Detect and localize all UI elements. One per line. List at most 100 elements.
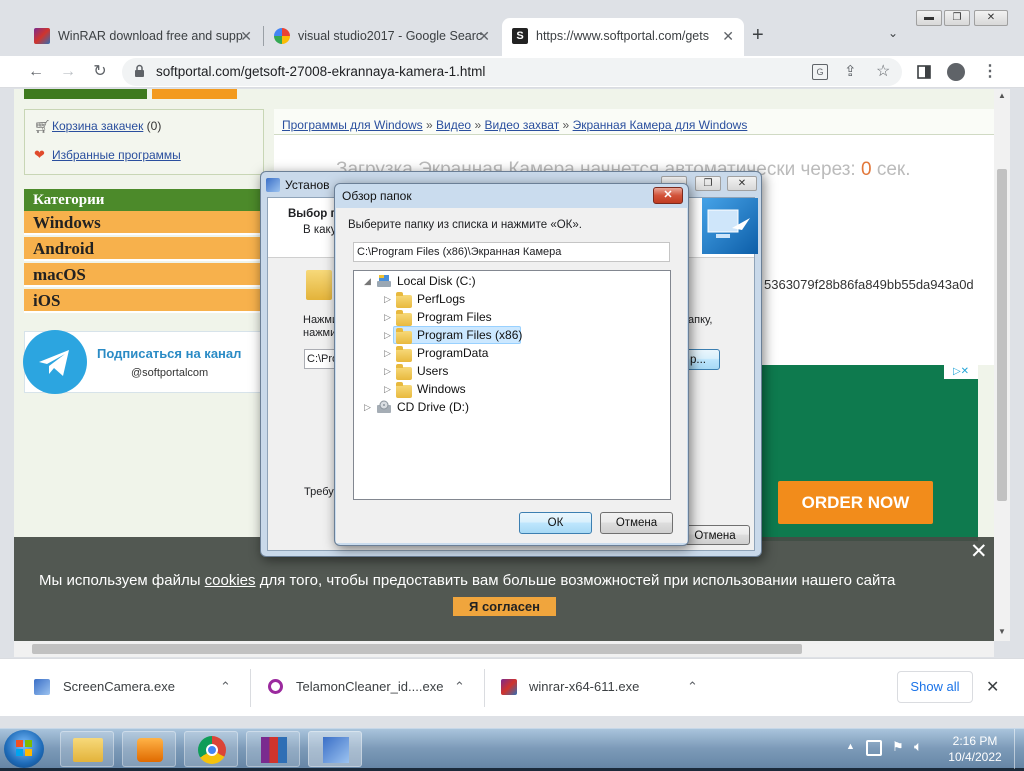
maximize-button[interactable]: ❐ [944, 10, 970, 26]
lock-icon[interactable] [134, 64, 145, 78]
browse-path-field[interactable]: C:\Program Files (x86)\Экранная Камера [353, 242, 670, 262]
category-ios[interactable]: iOS [24, 289, 264, 313]
tab-softportal[interactable]: S https://www.softportal.com/gets ✕ [502, 18, 744, 56]
favorites-link[interactable]: Избранные программы [52, 148, 181, 162]
url-text[interactable]: softportal.com/getsoft-27008-ekrannaya-k… [156, 58, 485, 86]
start-button[interactable] [4, 730, 44, 768]
taskbar-chrome-button[interactable] [184, 731, 238, 767]
vertical-scrollbar[interactable]: ▲ ▼ [994, 89, 1010, 641]
cart-icon: 🛒︎ [34, 119, 51, 134]
tree-item-programdata[interactable]: ProgramData [417, 344, 488, 362]
minimize-button[interactable]: ▬ [916, 10, 942, 26]
scroll-down-arrow[interactable]: ▼ [998, 627, 1006, 636]
cookie-accept-button[interactable]: Я согласен [453, 597, 556, 616]
order-now-button[interactable]: ORDER NOW [778, 481, 933, 524]
address-bar[interactable]: softportal.com/getsoft-27008-ekrannaya-k… [122, 58, 902, 86]
close-icon[interactable]: ✕ [478, 18, 490, 54]
reload-icon[interactable]: ↻ [88, 60, 112, 84]
action-center-icon[interactable]: ⚑ [892, 739, 904, 755]
close-window-button[interactable]: ✕ [974, 10, 1008, 26]
chevron-up-icon[interactable]: ⌃ [220, 659, 231, 715]
category-windows[interactable]: Windows [24, 211, 264, 235]
taskbar-installer-button[interactable] [308, 731, 362, 767]
download-item-telamon[interactable]: TelamonCleaner_id....exe ⌃ [268, 659, 478, 717]
clock[interactable]: 2:16 PM 10/4/2022 [940, 733, 1010, 765]
scroll-up-arrow[interactable]: ▲ [998, 91, 1006, 100]
show-desktop-button[interactable] [1014, 729, 1024, 769]
breadcrumb-link[interactable]: Программы для Windows [282, 118, 423, 132]
profile-avatar-icon[interactable] [944, 60, 968, 84]
clock-time: 2:16 PM [952, 734, 998, 748]
tray-expand-icon[interactable]: ▲ [846, 741, 855, 751]
tree-expand-arrow-icon[interactable]: ▷ [384, 330, 391, 341]
volume-icon[interactable]: 🔈︎ [914, 738, 922, 755]
tree-item-program-files-x86[interactable]: Program Files (x86) [417, 326, 522, 344]
tree-item-windows[interactable]: Windows [417, 380, 466, 398]
adchoices-icon[interactable]: ▷✕ [944, 365, 978, 379]
taskbar-media-player-button[interactable] [122, 731, 176, 767]
cookie-close-icon[interactable]: ✕ [970, 539, 988, 564]
chrome-icon-center [206, 744, 218, 756]
breadcrumb-link[interactable]: Видео захват [484, 118, 559, 132]
tree-expand-arrow-icon[interactable]: ▷ [364, 402, 371, 413]
download-item-screencamera[interactable]: ScreenCamera.exe ⌃ [34, 659, 244, 717]
tree-expand-arrow-icon[interactable]: ▷ [384, 348, 391, 359]
back-arrow-icon[interactable]: ← [24, 60, 48, 84]
tree-item-cd-drive[interactable]: CD Drive (D:) [397, 398, 469, 416]
cookie-link[interactable]: cookies [205, 572, 256, 589]
hash-text: 5363079f28b86fa849bb55da943a0d [764, 277, 974, 292]
tree-expand-arrow-icon[interactable]: ▷ [384, 294, 391, 305]
menu-kebab-icon[interactable]: ⋮ [978, 60, 1002, 84]
taskbar-winrar-button[interactable] [246, 731, 300, 767]
chevron-up-icon[interactable]: ⌃ [454, 659, 465, 715]
category-android[interactable]: Android [24, 237, 264, 261]
tree-item-users[interactable]: Users [417, 362, 448, 380]
browse-dialog-close-button[interactable]: ✕ [653, 187, 683, 204]
browse-ok-button[interactable]: ОК [519, 512, 592, 534]
show-all-button[interactable]: Show all [897, 671, 973, 703]
close-icon[interactable]: ✕ [240, 18, 252, 54]
browse-cancel-button[interactable]: Отмена [600, 512, 673, 534]
tree-item-program-files[interactable]: Program Files [417, 308, 492, 326]
breadcrumb-separator: » [562, 118, 570, 132]
category-macos[interactable]: macOS [24, 263, 264, 287]
folder-icon [396, 328, 412, 344]
cart-label[interactable]: Корзина закачек [52, 119, 143, 133]
close-shelf-icon[interactable]: ✕ [986, 677, 999, 697]
side-panel-icon[interactable] [912, 60, 936, 84]
scroll-thumb[interactable] [32, 644, 802, 654]
tree-expand-arrow-icon[interactable]: ▷ [384, 366, 391, 377]
tab-google-search[interactable]: visual studio2017 - Google Searc ✕ [264, 18, 500, 56]
cart-link[interactable]: Корзина закачек (0) [52, 119, 161, 133]
advertisement[interactable]: ▷✕ ORDER NOW [764, 365, 978, 541]
scroll-thumb[interactable] [997, 169, 1007, 501]
telegram-banner[interactable]: Подписаться на канал @softportalcom [23, 330, 264, 394]
installer-close-button[interactable]: ✕ [727, 176, 757, 191]
tree-expand-arrow-icon[interactable]: ▷ [384, 312, 391, 323]
installer-maximize-button[interactable]: ❐ [695, 176, 721, 191]
forward-arrow-icon[interactable]: → [56, 60, 80, 84]
tree-expand-arrow-icon[interactable]: ▷ [384, 384, 391, 395]
new-tab-button[interactable]: + [752, 24, 764, 46]
tree-collapse-arrow-icon[interactable]: ◢ [364, 276, 371, 287]
tab-winrar[interactable]: WinRAR download free and supp ✕ [24, 18, 262, 56]
download-item-winrar[interactable]: winrar-x64-611.exe ⌃ [501, 659, 711, 717]
close-icon[interactable]: ✕ [722, 18, 734, 54]
chevron-up-icon[interactable]: ⌃ [687, 659, 698, 715]
installer-cancel-button[interactable]: Отмена [680, 525, 750, 545]
installer-app-icon [266, 178, 280, 192]
share-icon[interactable]: ⇪ [844, 62, 857, 80]
bookmark-star-icon[interactable]: ☆ [876, 61, 890, 81]
winrar-icon [261, 737, 287, 763]
horizontal-scrollbar[interactable] [14, 641, 994, 657]
breadcrumb-link[interactable]: Видео [436, 118, 471, 132]
tree-item-local-disk[interactable]: Local Disk (C:) [397, 272, 476, 290]
tab-search-icon[interactable]: ⌄ [888, 26, 898, 40]
network-icon[interactable] [866, 740, 882, 756]
translate-icon[interactable]: G [812, 64, 828, 80]
download-filename: winrar-x64-611.exe [529, 679, 640, 694]
folder-tree[interactable]: ◢ Local Disk (C:) ▷ PerfLogs ▷ Program F… [353, 270, 671, 500]
breadcrumb-link[interactable]: Экранная Камера для Windows [573, 118, 748, 132]
tree-item-perflogs[interactable]: PerfLogs [417, 290, 465, 308]
taskbar-explorer-button[interactable] [60, 731, 114, 767]
